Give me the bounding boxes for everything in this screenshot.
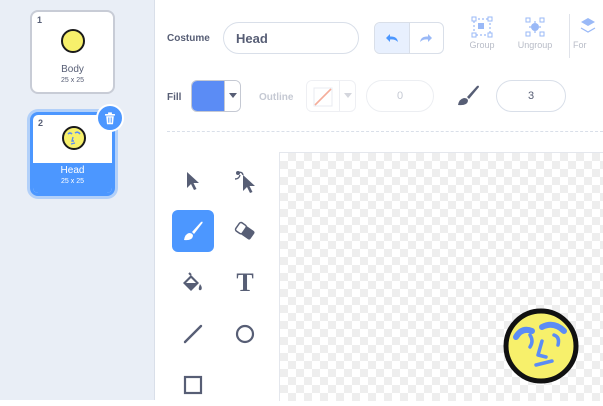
costume-number: 2	[38, 118, 44, 128]
brush-tool[interactable]	[172, 210, 214, 252]
paint-bucket-icon	[183, 272, 202, 291]
outline-label: Outline	[259, 92, 294, 103]
head-drawing[interactable]	[502, 307, 580, 385]
no-color-icon	[313, 87, 333, 107]
costume-size: 25 x 25	[61, 178, 84, 185]
forward-button[interactable]: For	[573, 16, 603, 50]
brush-size-icon	[458, 85, 479, 106]
paint-editor: Costume Group	[155, 0, 603, 401]
ungroup-button[interactable]: Ungroup	[510, 16, 560, 50]
toolbar-divider	[569, 14, 570, 58]
reshape-tool[interactable]	[224, 160, 266, 202]
redo-button[interactable]	[408, 23, 444, 53]
ungroup-icon	[525, 17, 545, 37]
eraser-tool[interactable]	[224, 210, 266, 252]
line-icon	[183, 324, 203, 344]
group-label: Group	[469, 40, 495, 50]
group-icon	[471, 16, 493, 38]
costume-name: Body	[61, 64, 84, 75]
group-button[interactable]: Group	[457, 16, 507, 50]
ungroup-label: Ungroup	[517, 40, 553, 50]
costume-number: 1	[37, 15, 43, 25]
arrow-select-icon	[187, 172, 199, 190]
caret-down-icon	[343, 93, 352, 98]
head-thumbnail	[62, 126, 86, 150]
outline-color-picker[interactable]	[306, 80, 356, 112]
costume-name: Head	[60, 165, 85, 176]
paint-canvas[interactable]	[279, 152, 603, 401]
line-tool[interactable]	[172, 313, 214, 355]
costume-item-body[interactable]: 1 Body 25 x 25	[30, 10, 115, 94]
body-thumbnail	[61, 29, 85, 53]
fill-color-picker[interactable]	[191, 80, 241, 112]
fill-label: Fill	[167, 92, 182, 103]
text-tool[interactable]: T	[224, 262, 266, 304]
delete-costume-button[interactable]	[96, 104, 124, 132]
costume-label: Costume	[167, 33, 210, 44]
fill-color-swatch	[192, 81, 224, 111]
text-icon: T	[236, 268, 254, 297]
reshape-icon	[234, 171, 255, 193]
toolbar-separator	[167, 131, 603, 132]
undo-button[interactable]	[375, 23, 409, 53]
brush-icon	[184, 221, 203, 241]
forward-label: For	[573, 40, 587, 50]
eraser-icon	[234, 221, 255, 240]
fill-tool[interactable]	[172, 262, 214, 304]
costume-name-input[interactable]	[223, 22, 359, 54]
costume-list: 1 Body 25 x 25 2 Head 25 x 25	[0, 0, 155, 400]
brush-size-input[interactable]	[496, 80, 566, 112]
outline-width-input[interactable]	[366, 80, 434, 112]
trash-icon	[105, 111, 115, 124]
forward-icon	[580, 18, 596, 33]
circle-icon	[235, 324, 255, 344]
outline-dropdown	[339, 81, 355, 111]
undo-redo-group	[374, 22, 444, 54]
undo-icon	[385, 34, 398, 42]
circle-tool[interactable]	[224, 313, 266, 355]
outline-color-swatch	[307, 81, 339, 111]
redo-icon	[420, 34, 433, 42]
caret-down-icon	[228, 93, 237, 98]
costume-size: 25 x 25	[61, 77, 84, 84]
fill-dropdown	[224, 81, 240, 111]
rectangle-icon	[183, 375, 203, 395]
select-tool[interactable]	[172, 160, 214, 202]
